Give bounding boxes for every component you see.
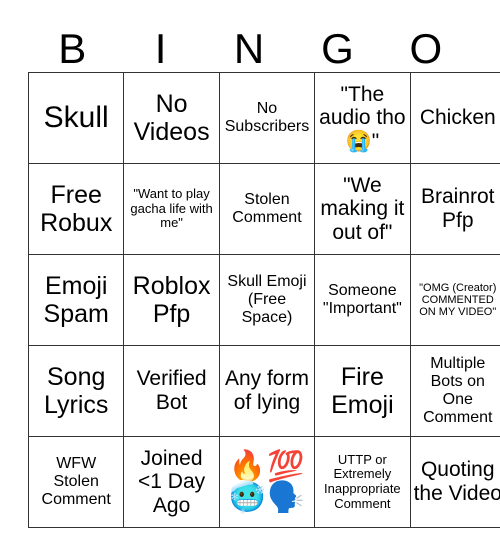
bingo-cell-b1[interactable]: Skull [27, 72, 125, 164]
bingo-cell-i1[interactable]: No Videos [123, 72, 220, 164]
bingo-cell-b4[interactable]: Song Lyrics [27, 345, 125, 437]
bingo-row: Free Robux "Want to play gacha life with… [27, 163, 500, 255]
bingo-cell-label: UTTP or Extremely Inappropriate Comment [324, 451, 401, 511]
bingo-cell-g1[interactable]: "The audio tho 😭" [314, 72, 411, 164]
bingo-cell-label: Song Lyrics [44, 363, 109, 419]
bingo-cell-label: Roblox Pfp [132, 272, 211, 328]
bingo-cell-o3[interactable]: "OMG (Creator) COMMENTED ON MY VIDEO" [409, 254, 500, 346]
bingo-cell-o5[interactable]: Quoting the Video [409, 436, 500, 528]
bingo-cell-b3[interactable]: Emoji Spam [27, 254, 125, 346]
bingo-cell-g2[interactable]: "We making it out of" [314, 163, 411, 255]
bingo-cell-label: Skull Emoji (Free Space) [227, 273, 307, 326]
header-letter-o: O [409, 25, 443, 72]
bingo-cell-emoji[interactable]: 🔥💯🥶🗣️ [218, 436, 316, 528]
bingo-cell-label: "The audio tho 😭" [319, 82, 406, 153]
bingo-cell-o2[interactable]: Brainrot Pfp [409, 163, 500, 255]
bingo-cell-label: Chicken [419, 106, 496, 130]
bingo-cell-g5[interactable]: UTTP or Extremely Inappropriate Comment [314, 436, 411, 528]
bingo-grid: Skull No Videos No Subscribers "The audi… [27, 72, 500, 528]
bingo-cell-emoji-label: 🔥💯🥶🗣️ [228, 449, 306, 514]
bingo-cell-o4[interactable]: Multiple Bots on One Comment [409, 345, 500, 437]
bingo-cell-b2[interactable]: Free Robux [27, 163, 125, 255]
bingo-cell-n4[interactable]: Any form of lying [218, 345, 316, 437]
bingo-cell-label: Multiple Bots on One Comment [423, 355, 493, 426]
bingo-cell-label: Free Robux [40, 181, 113, 237]
bingo-cell-label: "Want to play gacha life with me" [130, 186, 213, 231]
bingo-row: Emoji Spam Roblox Pfp Skull Emoji (Free … [27, 254, 500, 346]
bingo-cell-label: Fire Emoji [331, 363, 394, 419]
bingo-cell-b5[interactable]: WFW Stolen Comment [27, 436, 125, 528]
bingo-header: B I N G O [28, 14, 470, 72]
bingo-cell-i4[interactable]: Verified Bot [123, 345, 220, 437]
bingo-cell-label: Skull [43, 101, 109, 135]
bingo-cell-label: WFW Stolen Comment [41, 455, 111, 508]
bingo-cell-label: "OMG (Creator) COMMENTED ON MY VIDEO" [419, 281, 497, 319]
bingo-cell-label: Any form of lying [224, 367, 309, 414]
bingo-cell-free-space[interactable]: Skull Emoji (Free Space) [218, 254, 316, 346]
bingo-cell-n2[interactable]: Stolen Comment [218, 163, 316, 255]
bingo-cell-label: Joined <1 Day Ago [138, 446, 206, 517]
bingo-row: Song Lyrics Verified Bot Any form of lyi… [27, 345, 500, 437]
bingo-cell-i5[interactable]: Joined <1 Day Ago [123, 436, 220, 528]
bingo-cell-label: Verified Bot [136, 367, 207, 414]
header-letter-g: G [321, 25, 354, 72]
bingo-row: Skull No Videos No Subscribers "The audi… [27, 72, 500, 164]
bingo-cell-label: Quoting the Video [413, 458, 500, 505]
bingo-cell-g3[interactable]: Someone "Important" [314, 254, 411, 346]
bingo-cell-label: Brainrot Pfp [420, 185, 495, 232]
bingo-cell-label: No Videos [133, 90, 210, 146]
bingo-cell-o1[interactable]: Chicken [409, 72, 500, 164]
bingo-card: B I N G O Skull No Videos No Subscribers… [27, 14, 500, 528]
bingo-cell-label: Emoji Spam [43, 272, 109, 328]
bingo-row: WFW Stolen Comment Joined <1 Day Ago 🔥💯🥶… [27, 436, 500, 528]
bingo-cell-label: Stolen Comment [232, 191, 302, 226]
bingo-cell-g4[interactable]: Fire Emoji [314, 345, 411, 437]
header-letter-b: B [58, 25, 87, 72]
bingo-cell-label: "We making it out of" [320, 173, 405, 244]
header-letter-n: N [233, 25, 265, 72]
header-letter-i: I [154, 25, 167, 72]
bingo-cell-i3[interactable]: Roblox Pfp [123, 254, 220, 346]
bingo-cell-i2[interactable]: "Want to play gacha life with me" [123, 163, 220, 255]
bingo-cell-label: No Subscribers [224, 100, 310, 135]
bingo-cell-label: Someone "Important" [322, 282, 402, 317]
bingo-cell-n1[interactable]: No Subscribers [218, 72, 316, 164]
